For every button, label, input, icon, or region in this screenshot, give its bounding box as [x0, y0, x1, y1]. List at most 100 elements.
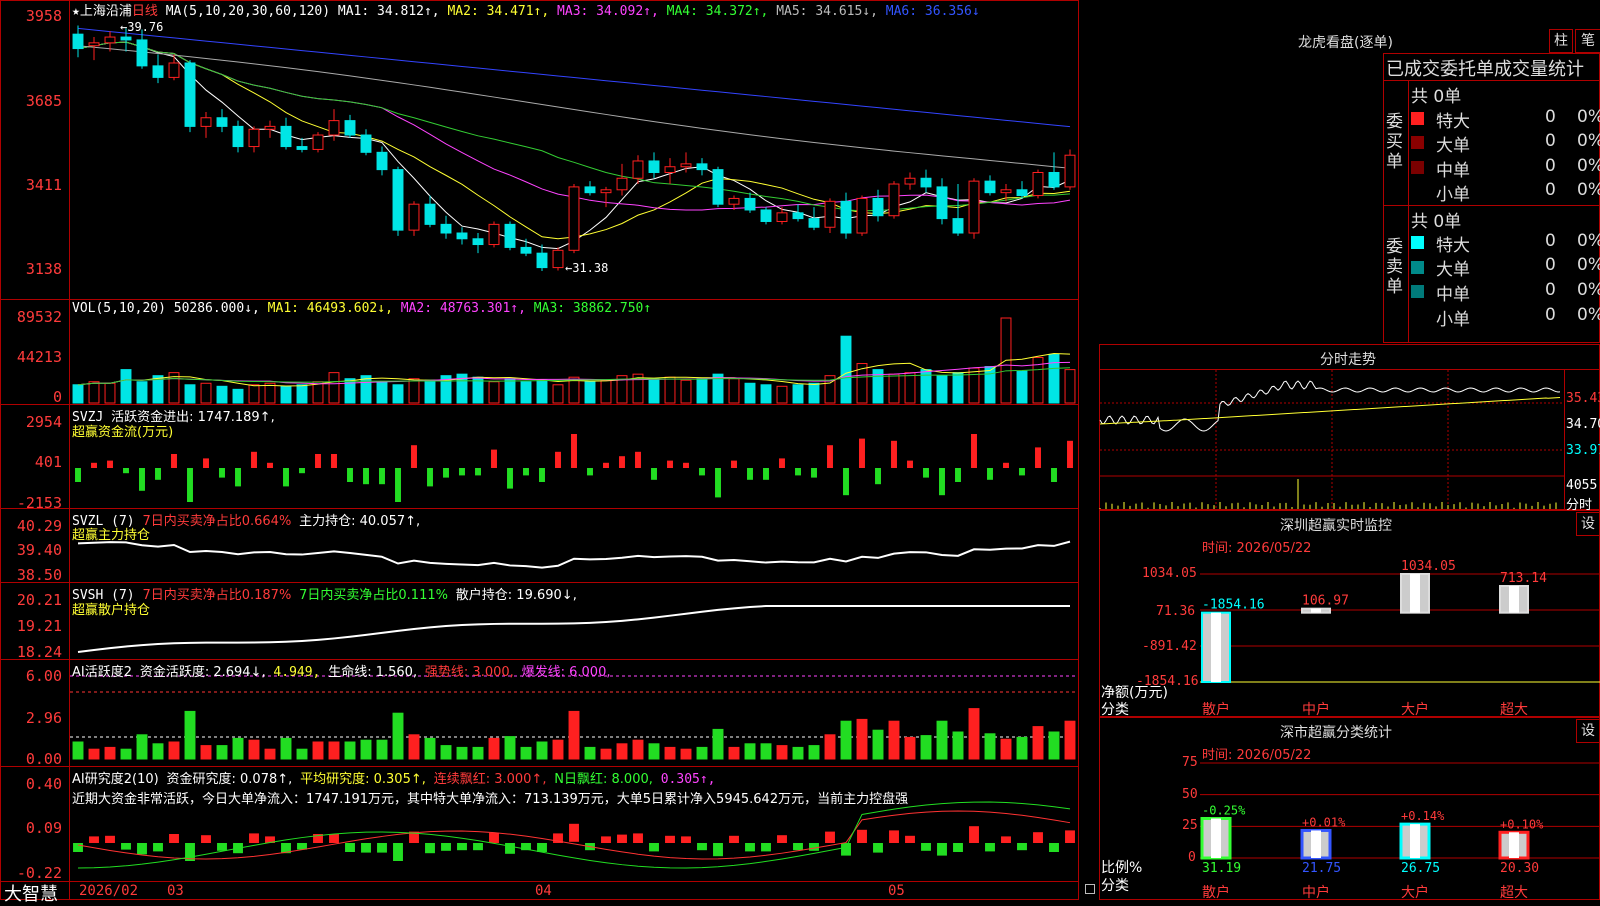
classify-xlabel: 分类	[1101, 878, 1129, 894]
monitor-settings-button[interactable]: 设	[1576, 512, 1600, 536]
research-bar	[393, 843, 403, 861]
research-bar	[505, 843, 515, 854]
research-bar	[1049, 843, 1059, 852]
candle-body	[552, 249, 564, 269]
activity-bar	[568, 710, 580, 760]
activity-bar	[520, 746, 532, 760]
divider	[1408, 80, 1409, 343]
research-bar	[489, 832, 499, 843]
brand-logo: 大智慧	[4, 884, 58, 905]
svsh-axis-label: 18.24	[16, 643, 62, 661]
fund-flow-bar	[715, 468, 721, 498]
research-bar	[649, 843, 659, 852]
activity-bar	[584, 746, 596, 760]
candle-body	[376, 151, 388, 171]
ma5-value: MA5: 34.615↓,	[776, 4, 878, 19]
fund-flow-bar	[811, 468, 817, 478]
fund-flow-bar	[523, 468, 529, 476]
activity-bar	[744, 743, 756, 760]
fund-flow-bar	[363, 468, 369, 485]
star-icon[interactable]: ★	[72, 4, 80, 19]
candle-body	[904, 177, 916, 185]
volume-bar	[376, 381, 388, 404]
research-bar	[345, 843, 355, 852]
activity-bar	[184, 710, 196, 760]
volume-bar	[104, 382, 116, 404]
research-bar	[105, 835, 115, 843]
research-bar	[825, 831, 835, 843]
activity-bar	[552, 739, 564, 760]
fund-flow-bar	[1051, 468, 1057, 482]
divider	[1383, 80, 1600, 81]
candle-body	[392, 169, 404, 231]
volume-bar	[136, 381, 148, 404]
candle-body	[472, 238, 484, 246]
research-bar	[953, 843, 963, 852]
activity-bar	[632, 739, 644, 760]
research-bar	[841, 843, 851, 856]
lock-icon[interactable]	[1085, 884, 1095, 894]
candle-body	[936, 186, 948, 220]
fund-flow-bar	[203, 458, 209, 468]
fund-flow-bar	[299, 468, 305, 474]
activity-bar	[296, 748, 308, 760]
fund-flow-bar	[747, 468, 753, 480]
volume-bar	[1064, 369, 1076, 404]
research-bar	[249, 833, 259, 843]
sell-row-value: 0	[1545, 255, 1556, 275]
candle-body	[712, 169, 724, 205]
main-force-line	[77, 540, 1071, 569]
monitor-category: 大户	[1401, 702, 1429, 718]
classify-settings-button[interactable]: 设	[1576, 719, 1600, 743]
research-bar	[729, 835, 739, 843]
price-axis-label: 3685	[25, 92, 62, 110]
volume-bar	[232, 388, 244, 404]
research-bar	[201, 835, 211, 843]
fund-flow-bar	[763, 468, 769, 480]
period-label[interactable]: 日线	[132, 4, 158, 19]
activity-bar	[280, 737, 292, 760]
svsh-axis-label: 19.21	[16, 617, 62, 635]
vol-value: 50286.000↓,	[173, 301, 260, 316]
fund-flow-bar	[779, 458, 785, 468]
bar-mode-button[interactable]: 柱	[1549, 29, 1573, 53]
svzj-axis-label: 2954	[25, 413, 62, 431]
volume-bar	[776, 385, 788, 404]
vol-ma3: MA3: 38862.750↑	[533, 301, 652, 316]
candle-body	[120, 36, 132, 41]
fund-flow-bar	[347, 468, 353, 482]
lhb-title: 龙虎看盘(逐单)	[1298, 35, 1393, 51]
candle-body	[248, 128, 260, 148]
research-bar	[761, 843, 771, 852]
classify-axis-label: 75	[1182, 755, 1198, 770]
date-label: 2026/02	[79, 883, 139, 899]
fund-flow-bar	[651, 468, 657, 480]
research-bar	[169, 834, 179, 843]
activity-bar	[232, 737, 244, 760]
retail-line	[77, 605, 1070, 653]
fund-flow-bar	[267, 462, 273, 468]
sell-row-pct: 0%	[1577, 255, 1600, 275]
ai1-burst-line: 爆发线: 6.000,	[521, 665, 611, 680]
volume-bar	[728, 378, 740, 404]
fund-flow-bar	[507, 468, 513, 489]
fund-flow-bar	[571, 434, 577, 468]
research-bar	[937, 843, 947, 856]
large-sell-swatch	[1411, 261, 1424, 274]
fund-flow-bar	[107, 460, 113, 468]
fund-flow-bar	[251, 451, 257, 468]
buy-row-pct: 0%	[1577, 131, 1600, 151]
main-chart-svg[interactable]	[0, 0, 1079, 900]
tick-mode-button[interactable]: 笔	[1575, 29, 1600, 53]
monitor-category: 散户	[1202, 702, 1230, 718]
research-bar	[121, 843, 131, 850]
candle-body	[296, 146, 308, 150]
price-axis-label: 3138	[25, 260, 62, 278]
buy-total: 共 0单	[1411, 87, 1462, 107]
research-bar	[377, 843, 387, 853]
candle-body	[408, 203, 420, 231]
classify-ylabel: 比例%	[1101, 860, 1143, 876]
fund-flow-bar	[1035, 447, 1041, 468]
svsh-ratio2: 7日内买卖净占比0.111%	[299, 588, 448, 603]
monitor-axis-label: -891.42	[1142, 639, 1197, 654]
